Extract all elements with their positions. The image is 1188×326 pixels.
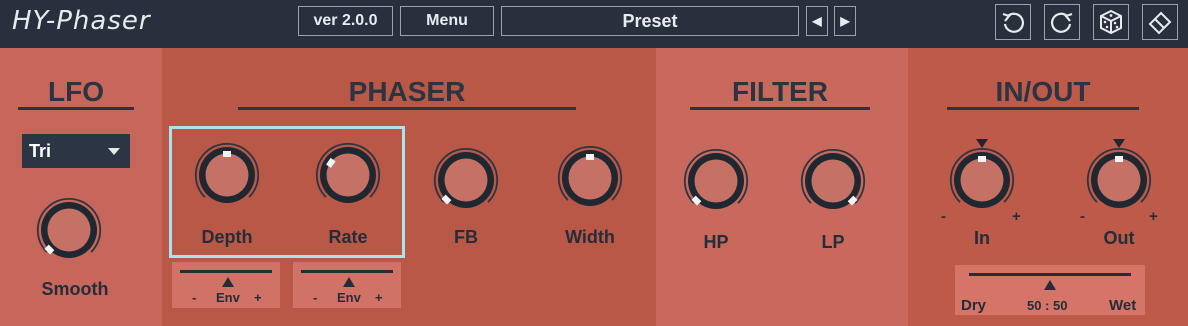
- smooth-knob[interactable]: [31, 192, 107, 268]
- lfo-shape-value: Tri: [29, 140, 52, 161]
- env-slider-track: [180, 270, 272, 273]
- out-plus-label: +: [1149, 208, 1158, 225]
- out-label: Out: [1103, 228, 1135, 248]
- phaser-title: PHASER: [348, 76, 466, 107]
- wet-label: Wet: [1109, 297, 1137, 314]
- inout-title: IN/OUT: [995, 76, 1091, 107]
- phaser-title-underline: [238, 107, 576, 110]
- input-gain-knob[interactable]: [941, 136, 1023, 222]
- undo-button[interactable]: [995, 4, 1031, 40]
- env-plus-label: +: [254, 290, 262, 305]
- dry-wet-slider[interactable]: Dry 50 : 50 Wet: [955, 265, 1145, 315]
- lfo-title: LFO: [48, 76, 104, 107]
- mix-value: 50 : 50: [1027, 298, 1068, 313]
- top-bar: HY-Phaser ver 2.0.0 Menu Preset ◀ ▶: [0, 0, 1188, 48]
- hy-phaser-plugin: HY-Phaser ver 2.0.0 Menu Preset ◀ ▶ LFO …: [0, 0, 1188, 326]
- env-plus-label: +: [375, 290, 383, 305]
- dice-icon: [1100, 9, 1122, 35]
- env-slider-handle[interactable]: [222, 277, 234, 287]
- width-knob[interactable]: [552, 140, 628, 216]
- env-slider-handle[interactable]: [343, 277, 355, 287]
- preset-next-button[interactable]: ▶: [834, 6, 856, 36]
- lfo-shape-dropdown[interactable]: Tri: [22, 134, 130, 168]
- undo-icon: [1002, 12, 1024, 33]
- app-logo: HY-Phaser: [12, 6, 151, 36]
- env-slider-track: [301, 270, 393, 273]
- env-minus-label: -: [313, 290, 318, 305]
- in-plus-label: +: [1012, 208, 1021, 225]
- hp-knob[interactable]: [678, 143, 754, 219]
- dry-label: Dry: [961, 297, 987, 314]
- in-label: In: [974, 228, 990, 248]
- out-minus-label: -: [1080, 208, 1085, 225]
- rate-label: Rate: [328, 227, 368, 247]
- dry-wet-handle[interactable]: [1044, 280, 1056, 290]
- depth-knob[interactable]: [189, 137, 265, 213]
- inout-title-underline: [947, 107, 1139, 110]
- filter-title-underline: [690, 107, 870, 110]
- version-button[interactable]: ver 2.0.0: [298, 6, 393, 36]
- reset-button[interactable]: [1142, 4, 1178, 40]
- menu-button[interactable]: Menu: [400, 6, 494, 36]
- redo-icon: [1051, 12, 1073, 33]
- filter-title: FILTER: [732, 76, 828, 107]
- width-label: Width: [565, 227, 615, 247]
- chevron-down-icon: [108, 148, 120, 155]
- fb-label: FB: [454, 227, 478, 247]
- eraser-icon: [1148, 11, 1172, 35]
- preset-selector[interactable]: Preset: [501, 6, 799, 36]
- fb-knob[interactable]: [428, 142, 504, 218]
- depth-env-slider[interactable]: - Env +: [172, 262, 280, 308]
- randomize-button[interactable]: [1093, 4, 1129, 40]
- depth-label: Depth: [201, 227, 253, 247]
- hp-label: HP: [703, 232, 729, 252]
- preset-prev-button[interactable]: ◀: [806, 6, 828, 36]
- lp-knob[interactable]: [795, 143, 871, 219]
- in-minus-label: -: [941, 208, 946, 225]
- redo-button[interactable]: [1044, 4, 1080, 40]
- lp-label: LP: [821, 232, 845, 252]
- smooth-label: Smooth: [41, 279, 109, 299]
- output-gain-knob[interactable]: [1078, 136, 1160, 222]
- lfo-title-underline: [18, 107, 134, 110]
- env-label: Env: [337, 290, 361, 305]
- env-label: Env: [216, 290, 240, 305]
- rate-knob[interactable]: [310, 137, 386, 213]
- rate-env-slider[interactable]: - Env +: [293, 262, 401, 308]
- env-minus-label: -: [192, 290, 197, 305]
- dry-wet-track: [969, 273, 1131, 276]
